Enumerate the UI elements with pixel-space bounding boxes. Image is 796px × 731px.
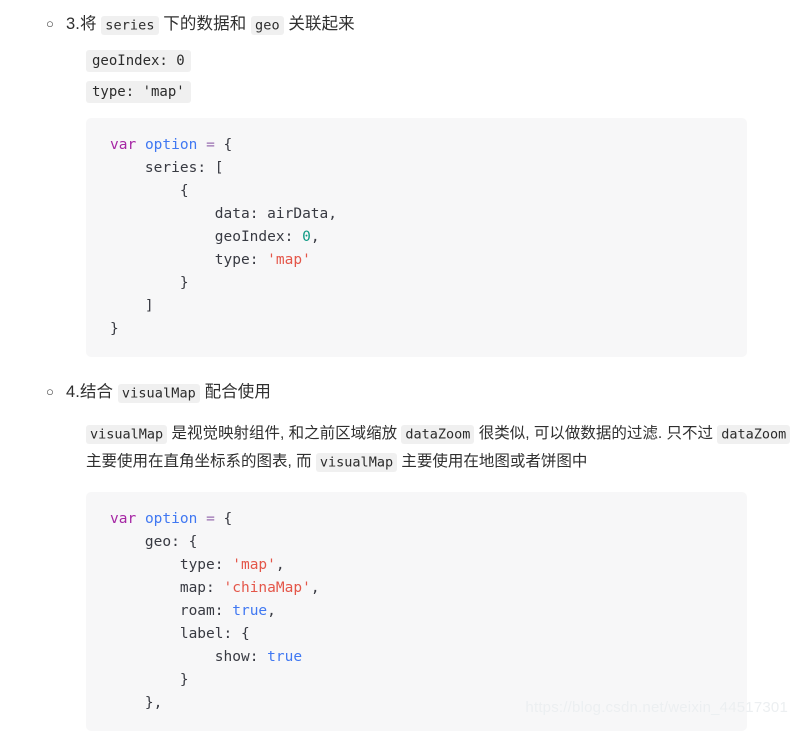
code-token-punc: [110, 603, 180, 619]
inline-code-line-geoindex: geoIndex: 0: [86, 50, 796, 72]
code-token-punc: }: [110, 672, 189, 688]
code-token-prop: series: [144, 160, 198, 176]
code-token-punc: [110, 557, 180, 573]
code-block-series-content: var option = { series: [ { data: airData…: [110, 134, 747, 341]
code-token-punc: :: [214, 557, 233, 573]
code-token-bool: true: [232, 603, 268, 619]
code-token-op: =: [206, 511, 215, 527]
code-token-prop: airData: [267, 206, 329, 222]
code-token-punc: [110, 160, 145, 176]
code-token-punc: ,: [275, 557, 285, 573]
code-token-punc: : [: [197, 160, 224, 176]
list-bullet-marker: ○: [46, 16, 54, 31]
code-token-kw: var: [110, 137, 137, 153]
inline-code-line-type: type: 'map': [86, 81, 796, 103]
code-token-punc: {: [214, 511, 233, 527]
section-4-paragraph: visualMap 是视觉映射组件, 和之前区域缩放 dataZoom 很类似,…: [86, 420, 796, 476]
code-token-punc: [110, 206, 215, 222]
code-token-prop: show: [214, 649, 250, 665]
code-block-geo-content: var option = { geo: { type: 'map', map: …: [110, 508, 747, 715]
code-token-prop: geo: [144, 534, 172, 550]
inline-code-chip: series: [101, 15, 159, 35]
code-token-punc: :: [206, 580, 224, 596]
code-token-punc: :: [249, 252, 268, 268]
code-token-punc: ]: [110, 298, 154, 314]
code-token-punc: {: [110, 183, 189, 199]
code-token-punc: [197, 511, 206, 527]
code-token-punc: ,: [267, 603, 276, 619]
code-token-prop: type: [214, 252, 250, 268]
code-token-punc: :: [249, 206, 268, 222]
code-token-var: option: [144, 511, 198, 527]
section-4-body: 4.结合 visualMap 配合使用 visualMap 是视觉映射组件, 和…: [66, 377, 796, 731]
code-token-punc: [110, 229, 215, 245]
code-token-punc: [136, 137, 145, 153]
code-token-punc: ,: [310, 229, 320, 245]
section-3-heading: 3.将 series 下的数据和 geo 关联起来: [66, 15, 355, 35]
code-block-geo[interactable]: var option = { geo: { type: 'map', map: …: [86, 492, 747, 731]
code-token-prop: data: [214, 206, 250, 222]
code-token-bool: true: [267, 649, 303, 665]
code-token-punc: :: [214, 603, 233, 619]
code-token-punc: : {: [223, 626, 250, 642]
code-token-punc: ,: [310, 580, 320, 596]
code-token-punc: :: [249, 649, 268, 665]
code-token-punc: ,: [328, 206, 337, 222]
section-3-body: 3.将 series 下的数据和 geo 关联起来 geoIndex: 0 ty…: [66, 9, 796, 357]
inline-code-geoindex: geoIndex: 0: [86, 50, 191, 72]
section-4-heading: 4.结合 visualMap 配合使用: [66, 383, 272, 403]
list-item-section-3: ○ 3.将 series 下的数据和 geo 关联起来 geoIndex: 0 …: [0, 0, 796, 357]
code-token-prop: label: [179, 626, 224, 642]
code-token-punc: [110, 252, 215, 268]
code-token-var: option: [144, 137, 198, 153]
code-token-kw: var: [110, 511, 137, 527]
inline-code-chip: geo: [251, 15, 284, 35]
document-page: ○ 3.将 series 下的数据和 geo 关联起来 geoIndex: 0 …: [0, 0, 796, 731]
code-token-punc: [197, 137, 206, 153]
code-token-punc: : {: [171, 534, 198, 550]
code-token-str: 'map': [232, 557, 276, 573]
code-token-prop: type: [179, 557, 215, 573]
code-token-punc: [110, 626, 180, 642]
code-block-series[interactable]: var option = { series: [ { data: airData…: [86, 118, 747, 357]
code-token-prop: roam: [179, 603, 215, 619]
code-token-punc: [110, 649, 215, 665]
code-token-prop: geoIndex: [214, 229, 285, 245]
code-token-punc: }: [110, 275, 189, 291]
code-token-num: 0: [302, 229, 311, 245]
list-bullet-marker-2: ○: [46, 384, 54, 399]
inline-code-chip: dataZoom: [717, 424, 791, 444]
inline-code-type: type: 'map': [86, 81, 191, 103]
code-token-punc: },: [110, 695, 163, 711]
inline-code-chip: visualMap: [86, 424, 168, 444]
code-token-punc: [136, 511, 145, 527]
inline-code-chip: visualMap: [315, 452, 398, 472]
code-token-prop: map: [179, 580, 207, 596]
code-token-str: 'chinaMap': [223, 580, 311, 596]
code-token-str: 'map': [267, 252, 311, 268]
code-token-punc: {: [214, 137, 233, 153]
code-token-punc: :: [284, 229, 303, 245]
code-token-punc: [110, 534, 145, 550]
code-token-punc: }: [110, 321, 119, 337]
code-token-op: =: [206, 137, 215, 153]
inline-code-chip: visualMap: [117, 383, 200, 403]
list-item-section-4: ○ 4.结合 visualMap 配合使用 visualMap 是视觉映射组件,…: [0, 377, 796, 731]
inline-code-chip: dataZoom: [401, 424, 475, 444]
code-token-punc: [110, 580, 180, 596]
